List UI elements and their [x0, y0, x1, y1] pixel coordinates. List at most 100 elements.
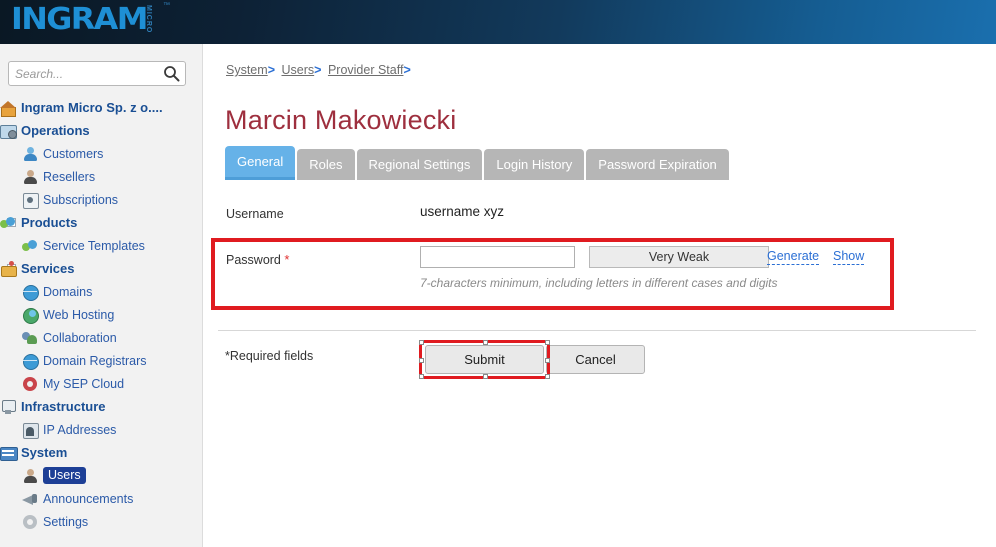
sidebar-item-ip-addresses[interactable]: IP Addresses: [0, 418, 203, 441]
resize-handle-middle-left[interactable]: [419, 358, 424, 363]
tab-general[interactable]: General: [225, 146, 296, 180]
password-hint: 7-characters minimum, including letters …: [420, 276, 778, 290]
trademark-symbol: ™: [163, 2, 170, 9]
sidebar-item-label: Products: [21, 215, 78, 230]
tab-password-expiration[interactable]: Password Expiration: [586, 149, 729, 180]
breadcrumb: System> Users> Provider Staff>: [226, 63, 414, 77]
resize-handle-bottom-right[interactable]: [545, 374, 550, 379]
sidebar-item-label: Services: [21, 261, 75, 276]
sidebar-item-label: Domain Registrars: [43, 353, 147, 368]
password-strength-meter: Very Weak: [589, 246, 769, 268]
sidebar-item-resellers[interactable]: Resellers: [0, 165, 203, 188]
generate-password-link[interactable]: Generate: [767, 249, 820, 265]
breadcrumb-link-users[interactable]: Users: [281, 63, 314, 77]
sidebar-item-operations[interactable]: − Operations: [0, 119, 203, 142]
sidebar-item-settings[interactable]: Settings: [0, 510, 203, 533]
sidebar-item-announcements[interactable]: Announcements: [0, 487, 203, 510]
sidebar-item-web-hosting[interactable]: Web Hosting: [0, 303, 203, 326]
announcements-icon: [22, 491, 38, 507]
sidebar-item-label: Subscriptions: [43, 192, 119, 207]
tab-regional-settings[interactable]: Regional Settings: [356, 149, 483, 180]
password-input[interactable]: [420, 246, 575, 268]
sidebar-navigation: Ingram Micro Sp. z o.... − Operations Custo…: [0, 96, 203, 533]
app-header: INGRAM MICRO ™: [0, 0, 996, 44]
show-password-link[interactable]: Show: [833, 249, 865, 265]
breadcrumb-separator: >: [314, 63, 322, 77]
settings-icon: [22, 514, 38, 530]
sidebar-item-label: My SEP Cloud: [43, 376, 125, 391]
domains-icon: [22, 284, 39, 301]
users-icon: [22, 468, 38, 484]
required-asterisk: *: [284, 252, 290, 267]
domain-registrars-icon: [22, 353, 39, 370]
required-fields-note: *Required fields: [225, 349, 314, 363]
sidebar-item-label: Announcements: [43, 491, 134, 506]
sidebar-item-label: Service Templates: [43, 238, 145, 253]
subscriptions-icon: [22, 192, 39, 209]
tab-roles[interactable]: Roles: [297, 149, 355, 180]
home-icon: [0, 100, 16, 117]
sidebar-item-customers[interactable]: Customers: [0, 142, 203, 165]
resize-handle-top-right[interactable]: [545, 340, 550, 345]
products-icon: [0, 215, 16, 231]
username-value: username xyz: [420, 204, 505, 219]
password-label-text: Password: [226, 253, 281, 267]
sidebar-item-label: IP Addresses: [43, 422, 117, 437]
customers-icon: [22, 146, 38, 162]
search-box[interactable]: [8, 61, 186, 86]
ingram-micro-logo: INGRAM MICRO: [11, 3, 153, 37]
infrastructure-icon: [0, 399, 16, 415]
sidebar-item-system[interactable]: − System: [0, 441, 203, 464]
web-hosting-icon: [22, 307, 39, 324]
sidebar-item-label: Collaboration: [43, 330, 117, 345]
resize-handle-bottom-center[interactable]: [483, 374, 488, 379]
sidebar-item-users[interactable]: Users: [0, 464, 203, 487]
sidebar-item-label: System: [21, 445, 68, 460]
sidebar-item-products[interactable]: − Products: [0, 211, 203, 234]
sidebar-item-label: Users: [43, 467, 86, 484]
cancel-button[interactable]: Cancel: [546, 345, 645, 374]
resize-handle-top-left[interactable]: [419, 340, 424, 345]
search-icon[interactable]: [163, 65, 180, 82]
breadcrumb-separator: >: [403, 63, 411, 77]
sidebar-item-label: Domains: [43, 284, 93, 299]
password-label: Password *: [226, 252, 289, 267]
sidebar-item-ingram-micro-sp-z-o[interactable]: Ingram Micro Sp. z o....: [0, 96, 203, 119]
search-input[interactable]: [9, 62, 161, 85]
sidebar-item-label: Resellers: [43, 169, 96, 184]
collaboration-icon: [22, 330, 38, 346]
sidebar-item-label: Operations: [21, 123, 90, 138]
operations-icon: [0, 123, 17, 139]
sidebar-item-service-templates[interactable]: Service Templates: [0, 234, 203, 257]
tab-underline: [225, 182, 977, 184]
sidebar-item-label: Settings: [43, 514, 89, 529]
form-separator: [218, 330, 976, 331]
services-icon: [0, 260, 17, 277]
ip-addresses-icon: [22, 422, 39, 439]
sidebar-item-label: Infrastructure: [21, 399, 106, 414]
service-templates-icon: [22, 238, 38, 254]
username-label: Username: [226, 207, 284, 221]
tab-bar: General Roles Regional Settings Login Histo…: [225, 146, 731, 180]
main-content: System> Users> Provider Staff> Marcin Ma…: [204, 44, 996, 547]
sidebar-item-services[interactable]: − Services: [0, 257, 203, 280]
resize-handle-middle-right[interactable]: [545, 358, 550, 363]
sidebar-item-domain-registrars[interactable]: Domain Registrars: [0, 349, 203, 372]
sidebar-item-subscriptions[interactable]: Subscriptions: [0, 188, 203, 211]
resize-handle-top-center[interactable]: [483, 340, 488, 345]
sidebar-item-my-sep-cloud[interactable]: My SEP Cloud: [0, 372, 203, 395]
sidebar-item-label: Ingram Micro Sp. z o....: [21, 100, 163, 115]
resize-handle-bottom-left[interactable]: [419, 374, 424, 379]
system-icon: [0, 445, 18, 461]
sidebar-item-collaboration[interactable]: Collaboration: [0, 326, 203, 349]
sidebar-item-domains[interactable]: Domains: [0, 280, 203, 303]
breadcrumb-link-provider-staff[interactable]: Provider Staff: [328, 63, 404, 77]
my-sep-cloud-icon: [22, 376, 38, 392]
resellers-icon: [22, 169, 38, 185]
breadcrumb-link-system[interactable]: System: [226, 63, 268, 77]
sidebar-item-label: Web Hosting: [43, 307, 115, 322]
sidebar-item-infrastructure[interactable]: − Infrastructure: [0, 395, 203, 418]
sidebar-item-label: Customers: [43, 146, 104, 161]
sidebar: Ingram Micro Sp. z o.... −Operations Custo…: [0, 44, 203, 547]
tab-login-history[interactable]: Login History: [484, 149, 585, 180]
